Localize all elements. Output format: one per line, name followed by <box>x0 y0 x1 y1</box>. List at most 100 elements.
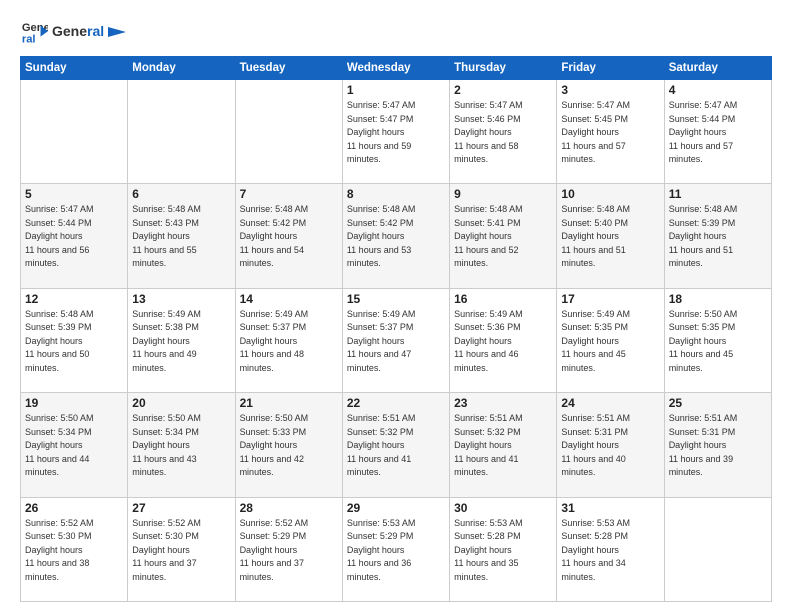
day-number: 13 <box>132 292 230 306</box>
day-number: 23 <box>454 396 552 410</box>
day-info: Sunrise: 5:52 AM Sunset: 5:29 PM Dayligh… <box>240 517 338 585</box>
calendar-table: SundayMondayTuesdayWednesdayThursdayFrid… <box>20 56 772 602</box>
day-number: 5 <box>25 187 123 201</box>
day-info: Sunrise: 5:49 AM Sunset: 5:38 PM Dayligh… <box>132 308 230 376</box>
calendar-cell: 23 Sunrise: 5:51 AM Sunset: 5:32 PM Dayl… <box>450 393 557 497</box>
day-number: 16 <box>454 292 552 306</box>
day-number: 1 <box>347 83 445 97</box>
calendar-cell <box>235 80 342 184</box>
weekday-header-wednesday: Wednesday <box>342 57 449 80</box>
calendar-cell <box>21 80 128 184</box>
day-number: 28 <box>240 501 338 515</box>
day-number: 9 <box>454 187 552 201</box>
calendar-week-row: 1 Sunrise: 5:47 AM Sunset: 5:47 PM Dayli… <box>21 80 772 184</box>
calendar-cell: 16 Sunrise: 5:49 AM Sunset: 5:36 PM Dayl… <box>450 288 557 392</box>
calendar-cell: 19 Sunrise: 5:50 AM Sunset: 5:34 PM Dayl… <box>21 393 128 497</box>
day-number: 12 <box>25 292 123 306</box>
day-info: Sunrise: 5:48 AM Sunset: 5:42 PM Dayligh… <box>347 203 445 271</box>
day-info: Sunrise: 5:53 AM Sunset: 5:28 PM Dayligh… <box>561 517 659 585</box>
calendar-cell: 22 Sunrise: 5:51 AM Sunset: 5:32 PM Dayl… <box>342 393 449 497</box>
calendar-cell: 1 Sunrise: 5:47 AM Sunset: 5:47 PM Dayli… <box>342 80 449 184</box>
day-number: 25 <box>669 396 767 410</box>
calendar-cell: 2 Sunrise: 5:47 AM Sunset: 5:46 PM Dayli… <box>450 80 557 184</box>
day-number: 27 <box>132 501 230 515</box>
day-info: Sunrise: 5:49 AM Sunset: 5:37 PM Dayligh… <box>240 308 338 376</box>
day-info: Sunrise: 5:51 AM Sunset: 5:31 PM Dayligh… <box>669 412 767 480</box>
day-info: Sunrise: 5:48 AM Sunset: 5:39 PM Dayligh… <box>669 203 767 271</box>
calendar-week-row: 5 Sunrise: 5:47 AM Sunset: 5:44 PM Dayli… <box>21 184 772 288</box>
calendar-cell: 14 Sunrise: 5:49 AM Sunset: 5:37 PM Dayl… <box>235 288 342 392</box>
day-info: Sunrise: 5:51 AM Sunset: 5:32 PM Dayligh… <box>454 412 552 480</box>
calendar-cell <box>664 497 771 601</box>
day-info: Sunrise: 5:53 AM Sunset: 5:29 PM Dayligh… <box>347 517 445 585</box>
day-info: Sunrise: 5:48 AM Sunset: 5:42 PM Dayligh… <box>240 203 338 271</box>
calendar-cell: 3 Sunrise: 5:47 AM Sunset: 5:45 PM Dayli… <box>557 80 664 184</box>
day-number: 21 <box>240 396 338 410</box>
day-info: Sunrise: 5:49 AM Sunset: 5:37 PM Dayligh… <box>347 308 445 376</box>
logo-icon: Gene ral <box>20 18 48 46</box>
day-number: 31 <box>561 501 659 515</box>
weekday-header-monday: Monday <box>128 57 235 80</box>
weekday-header-thursday: Thursday <box>450 57 557 80</box>
day-number: 19 <box>25 396 123 410</box>
calendar-cell: 8 Sunrise: 5:48 AM Sunset: 5:42 PM Dayli… <box>342 184 449 288</box>
day-info: Sunrise: 5:50 AM Sunset: 5:34 PM Dayligh… <box>25 412 123 480</box>
day-info: Sunrise: 5:48 AM Sunset: 5:40 PM Dayligh… <box>561 203 659 271</box>
calendar-cell: 28 Sunrise: 5:52 AM Sunset: 5:29 PM Dayl… <box>235 497 342 601</box>
day-number: 6 <box>132 187 230 201</box>
day-number: 11 <box>669 187 767 201</box>
day-number: 2 <box>454 83 552 97</box>
calendar-cell: 30 Sunrise: 5:53 AM Sunset: 5:28 PM Dayl… <box>450 497 557 601</box>
day-number: 18 <box>669 292 767 306</box>
day-info: Sunrise: 5:49 AM Sunset: 5:36 PM Dayligh… <box>454 308 552 376</box>
weekday-header-saturday: Saturday <box>664 57 771 80</box>
day-info: Sunrise: 5:52 AM Sunset: 5:30 PM Dayligh… <box>132 517 230 585</box>
weekday-header-friday: Friday <box>557 57 664 80</box>
day-info: Sunrise: 5:48 AM Sunset: 5:43 PM Dayligh… <box>132 203 230 271</box>
calendar-cell <box>128 80 235 184</box>
weekday-header-row: SundayMondayTuesdayWednesdayThursdayFrid… <box>21 57 772 80</box>
calendar-cell: 31 Sunrise: 5:53 AM Sunset: 5:28 PM Dayl… <box>557 497 664 601</box>
page: Gene ral General SundayMondayTuesdayWedn… <box>0 0 792 612</box>
day-number: 7 <box>240 187 338 201</box>
calendar-cell: 7 Sunrise: 5:48 AM Sunset: 5:42 PM Dayli… <box>235 184 342 288</box>
weekday-header-tuesday: Tuesday <box>235 57 342 80</box>
day-number: 14 <box>240 292 338 306</box>
calendar-cell: 4 Sunrise: 5:47 AM Sunset: 5:44 PM Dayli… <box>664 80 771 184</box>
day-info: Sunrise: 5:47 AM Sunset: 5:47 PM Dayligh… <box>347 99 445 167</box>
day-info: Sunrise: 5:51 AM Sunset: 5:32 PM Dayligh… <box>347 412 445 480</box>
day-info: Sunrise: 5:47 AM Sunset: 5:44 PM Dayligh… <box>25 203 123 271</box>
day-number: 8 <box>347 187 445 201</box>
day-number: 22 <box>347 396 445 410</box>
calendar-cell: 25 Sunrise: 5:51 AM Sunset: 5:31 PM Dayl… <box>664 393 771 497</box>
day-info: Sunrise: 5:52 AM Sunset: 5:30 PM Dayligh… <box>25 517 123 585</box>
day-number: 15 <box>347 292 445 306</box>
day-number: 10 <box>561 187 659 201</box>
calendar-week-row: 12 Sunrise: 5:48 AM Sunset: 5:39 PM Dayl… <box>21 288 772 392</box>
calendar-cell: 29 Sunrise: 5:53 AM Sunset: 5:29 PM Dayl… <box>342 497 449 601</box>
day-number: 30 <box>454 501 552 515</box>
day-number: 17 <box>561 292 659 306</box>
calendar-cell: 12 Sunrise: 5:48 AM Sunset: 5:39 PM Dayl… <box>21 288 128 392</box>
calendar-cell: 10 Sunrise: 5:48 AM Sunset: 5:40 PM Dayl… <box>557 184 664 288</box>
day-info: Sunrise: 5:51 AM Sunset: 5:31 PM Dayligh… <box>561 412 659 480</box>
calendar-cell: 20 Sunrise: 5:50 AM Sunset: 5:34 PM Dayl… <box>128 393 235 497</box>
day-info: Sunrise: 5:50 AM Sunset: 5:34 PM Dayligh… <box>132 412 230 480</box>
day-info: Sunrise: 5:48 AM Sunset: 5:39 PM Dayligh… <box>25 308 123 376</box>
day-info: Sunrise: 5:50 AM Sunset: 5:35 PM Dayligh… <box>669 308 767 376</box>
calendar-cell: 24 Sunrise: 5:51 AM Sunset: 5:31 PM Dayl… <box>557 393 664 497</box>
svg-text:ral: ral <box>22 33 36 45</box>
calendar-cell: 5 Sunrise: 5:47 AM Sunset: 5:44 PM Dayli… <box>21 184 128 288</box>
day-info: Sunrise: 5:53 AM Sunset: 5:28 PM Dayligh… <box>454 517 552 585</box>
calendar-cell: 11 Sunrise: 5:48 AM Sunset: 5:39 PM Dayl… <box>664 184 771 288</box>
day-info: Sunrise: 5:50 AM Sunset: 5:33 PM Dayligh… <box>240 412 338 480</box>
calendar-cell: 26 Sunrise: 5:52 AM Sunset: 5:30 PM Dayl… <box>21 497 128 601</box>
header: Gene ral General <box>20 18 772 46</box>
logo: Gene ral General <box>20 18 126 46</box>
day-number: 26 <box>25 501 123 515</box>
calendar-cell: 17 Sunrise: 5:49 AM Sunset: 5:35 PM Dayl… <box>557 288 664 392</box>
day-info: Sunrise: 5:48 AM Sunset: 5:41 PM Dayligh… <box>454 203 552 271</box>
day-info: Sunrise: 5:49 AM Sunset: 5:35 PM Dayligh… <box>561 308 659 376</box>
calendar-cell: 15 Sunrise: 5:49 AM Sunset: 5:37 PM Dayl… <box>342 288 449 392</box>
logo-text: General <box>52 24 104 39</box>
